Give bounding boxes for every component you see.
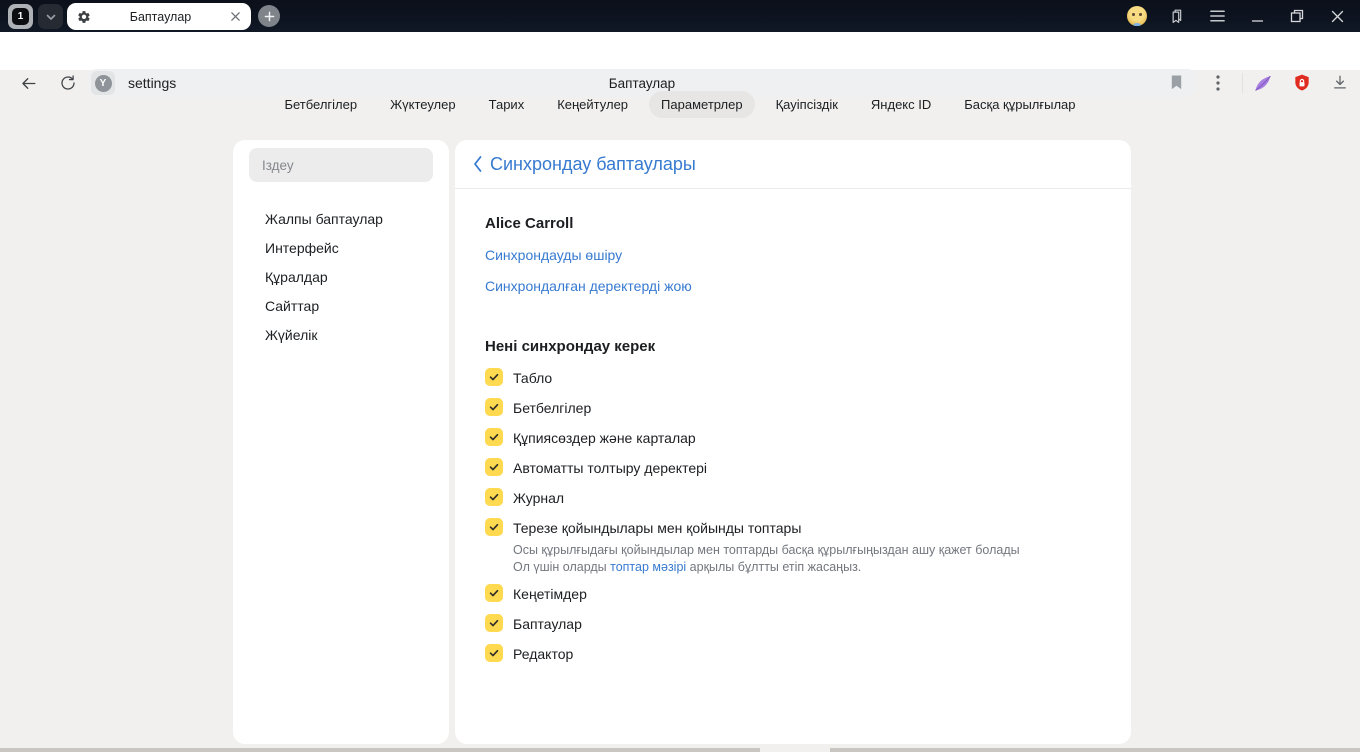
sidebar-item-interface[interactable]: Интерфейс — [233, 234, 449, 263]
bookmark-page-button[interactable] — [1169, 74, 1184, 91]
checkbox-checked-icon[interactable] — [485, 614, 503, 632]
checkbox-row-tablo[interactable]: Табло — [485, 368, 1101, 387]
close-icon — [1331, 10, 1343, 22]
checkbox-row-tabs-groups[interactable]: Терезе қойындылары мен қойынды топтары — [485, 518, 1101, 537]
account-name: Alice Carroll — [485, 215, 574, 232]
nav-tab-downloads[interactable]: Жүктеулер — [378, 91, 468, 118]
sidebar-item-tools[interactable]: Құралдар — [233, 263, 449, 292]
checkbox-checked-icon[interactable] — [485, 398, 503, 416]
window-bottom-edge — [0, 748, 1360, 752]
back-chevron-icon — [472, 155, 483, 173]
toolbar-separator — [1242, 73, 1243, 93]
minimize-icon — [1251, 19, 1263, 22]
avatar — [1127, 6, 1147, 26]
section-title: Нені синхрондау керек — [485, 338, 656, 355]
shield-lock-icon — [1295, 74, 1309, 91]
window-maximize-button[interactable] — [1280, 0, 1314, 32]
sync-settings-header[interactable]: Синхрондау баптаулары — [455, 140, 1131, 189]
profile-avatar-button[interactable] — [1120, 0, 1154, 32]
checkbox-row-editor[interactable]: Редактор — [485, 644, 1101, 663]
nav-tab-other-devices[interactable]: Басқа құрылғылар — [952, 91, 1087, 118]
tab-counter-button[interactable]: 1 — [8, 4, 33, 29]
hamburger-menu-icon — [1209, 10, 1225, 22]
toolbar: Y settings Баптаулар — [0, 32, 1360, 97]
nav-tab-history[interactable]: Тарих — [477, 91, 537, 118]
tab-title: Баптаулар — [129, 9, 192, 24]
checkbox-checked-icon[interactable] — [485, 488, 503, 506]
back-arrow-icon — [21, 77, 36, 89]
checkbox-checked-icon[interactable] — [485, 644, 503, 662]
nav-tab-bookmarks[interactable]: Бетбелгілер — [272, 91, 369, 118]
gear-icon — [78, 10, 90, 23]
settings-nav: Бетбелгілер Жүктеулер Тарих Кеңейтулер П… — [0, 91, 1360, 118]
sync-settings-panel: Синхрондау баптаулары Alice Carroll Синх… — [455, 140, 1131, 744]
omnibox-page-title: Баптаулар — [608, 75, 676, 91]
maximize-restore-icon — [1290, 9, 1304, 23]
checkbox-checked-icon[interactable] — [485, 368, 503, 386]
settings-search[interactable] — [249, 148, 433, 182]
kebab-menu-icon — [1216, 75, 1220, 91]
tab-counter-value: 1 — [12, 8, 29, 25]
nav-tab-extensions[interactable]: Кеңейтулер — [545, 91, 640, 118]
bookmark-flag-icon — [1171, 75, 1182, 90]
disable-sync-link[interactable]: Синхрондауды өшіру — [485, 247, 1101, 263]
url-text: settings — [128, 75, 177, 91]
settings-sidebar: Жалпы баптаулар Интерфейс Құралдар Сайтт… — [233, 140, 449, 744]
nav-tab-settings[interactable]: Параметрлер — [649, 91, 755, 118]
checkbox-checked-icon[interactable] — [485, 518, 503, 536]
window-minimize-button[interactable] — [1240, 0, 1274, 32]
browser-tab[interactable]: Баптаулар — [67, 3, 251, 30]
chevron-down-icon — [46, 14, 55, 20]
sidebar-item-general[interactable]: Жалпы баптаулар — [233, 205, 449, 234]
window-close-button[interactable] — [1320, 0, 1354, 32]
browser-window: 1 Баптаулар Y settings Баптаулар Бетбелг… — [0, 0, 1360, 752]
groups-menu-link[interactable]: топтар мәзірі — [610, 560, 686, 574]
checkbox-row-settings[interactable]: Баптаулар — [485, 614, 1101, 633]
tab-close-icon[interactable] — [230, 11, 241, 22]
tab-list-chevron-button[interactable] — [38, 4, 63, 29]
checkbox-row-bookmarks[interactable]: Бетбелгілер — [485, 398, 1101, 417]
plus-icon — [264, 11, 274, 21]
sidebar-item-system[interactable]: Жүйелік — [233, 321, 449, 350]
checkbox-row-extensions[interactable]: Кеңетімдер — [485, 584, 1101, 603]
checkbox-checked-icon[interactable] — [485, 584, 503, 602]
delete-synced-data-link[interactable]: Синхрондалған деректерді жою — [485, 278, 1101, 294]
checkbox-checked-icon[interactable] — [485, 458, 503, 476]
page-title: Синхрондау баптаулары — [490, 153, 696, 174]
checkbox-row-autofill[interactable]: Автоматты толтыру деректері — [485, 458, 1101, 477]
panels-bookmarks-button[interactable] — [1160, 0, 1194, 32]
download-icon — [1334, 75, 1346, 89]
search-input[interactable] — [249, 157, 433, 173]
reload-icon — [61, 75, 75, 90]
tabs-groups-description: Осы құрылғыдағы қойындылар мен топтарды … — [513, 543, 1020, 574]
sync-options-list: Табло Бетбелгілер Құпиясөздер және карта… — [485, 368, 1101, 663]
checkbox-row-passwords-cards[interactable]: Құпиясөздер және карталар — [485, 428, 1101, 447]
nav-tab-yandex-id[interactable]: Яндекс ID — [859, 91, 943, 118]
browser-menu-button[interactable] — [1200, 0, 1234, 32]
titlebar: 1 Баптаулар — [0, 0, 1360, 32]
nav-tab-security[interactable]: Қауіпсіздік — [764, 91, 850, 118]
checkbox-row-history[interactable]: Журнал — [485, 488, 1101, 507]
checkbox-checked-icon[interactable] — [485, 428, 503, 446]
sidebar-item-sites[interactable]: Сайттар — [233, 292, 449, 321]
new-tab-button[interactable] — [258, 5, 280, 27]
protect-icon: Y — [94, 74, 112, 92]
bookmarks-panel-icon — [1172, 9, 1181, 23]
